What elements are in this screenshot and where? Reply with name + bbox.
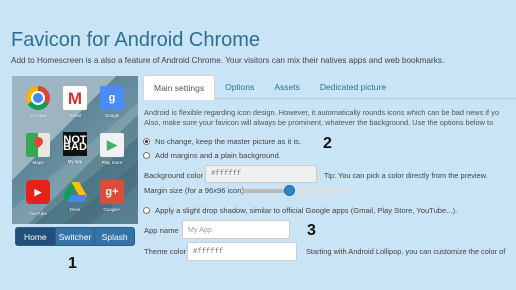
page-subtitle: Add to Homescreen is a also a feature of…	[11, 56, 445, 65]
drive-icon	[63, 180, 87, 204]
preview-mode-switcher: Home Switcher Splash	[15, 227, 135, 246]
app-label: My app	[67, 159, 83, 164]
margin-size-label: Margin size (for a 96x96 icon)	[144, 186, 245, 195]
app-drive: Drive	[57, 180, 93, 212]
google-search-icon: g	[100, 86, 124, 110]
app-label: Drive	[69, 207, 81, 212]
radio-button[interactable]	[143, 152, 150, 159]
radio-button[interactable]	[143, 207, 150, 214]
option-add-margins[interactable]: Add margins and a plain background.	[143, 151, 281, 160]
app-google: g Google	[94, 86, 130, 118]
app-maps: Maps	[20, 133, 56, 165]
switcher-button[interactable]: Switcher	[56, 228, 96, 245]
background-color-input[interactable]: #ffffff	[205, 165, 317, 183]
app-gmail: M Gmail	[57, 86, 93, 118]
description-text: Android is flexible regarding icon desig…	[144, 108, 499, 128]
app-label: Gmail	[69, 113, 81, 118]
annotation-number: 1	[68, 255, 77, 272]
theme-color-label: Theme color	[144, 247, 187, 256]
app-name-label: App name	[144, 226, 179, 235]
app-youtube: ▶ YouTube	[20, 180, 56, 216]
app-chrome: Chrome	[20, 86, 56, 118]
google-plus-icon: g+	[100, 180, 124, 204]
my-app-icon: NOT BAD	[63, 132, 87, 156]
tab-main-settings[interactable]: Main settings	[143, 75, 216, 100]
youtube-icon: ▶	[26, 180, 50, 204]
radio-button[interactable]	[143, 138, 150, 145]
settings-tabs: Main settings Options Assets Dedicated p…	[143, 75, 516, 100]
gmail-icon: M	[63, 86, 87, 110]
app-label: Chrome	[29, 113, 46, 118]
android-homescreen-preview: Chrome M Gmail g Google Maps NOT BAD My …	[12, 76, 138, 224]
option-label: Apply a slight drop shadow, similar to o…	[155, 206, 458, 215]
app-google-plus: g+ Google+	[94, 180, 130, 212]
annotation-number: 3	[307, 222, 316, 239]
tip-text: Tip: You can pick a color directly from …	[324, 171, 488, 180]
description-line: Also, make sure your favicon will always…	[144, 118, 494, 127]
chrome-icon	[26, 86, 50, 110]
option-label: No change, keep the master picture as it…	[155, 137, 302, 146]
page-title: Favicon for Android Chrome	[11, 29, 261, 51]
maps-icon	[26, 133, 50, 157]
app-label: YouTube	[29, 211, 47, 216]
app-label: Google+	[103, 207, 121, 212]
tab-dedicated-picture[interactable]: Dedicated picture	[310, 75, 396, 98]
tab-assets[interactable]: Assets	[264, 75, 310, 98]
margin-slider[interactable]	[243, 185, 347, 196]
option-label: Add margins and a plain background.	[155, 151, 281, 160]
description-line: Android is flexible regarding icon desig…	[144, 108, 499, 117]
lollipop-text: Starting with Android Lollipop, you can …	[306, 247, 506, 256]
app-label: Play Store	[101, 160, 123, 165]
option-no-change[interactable]: No change, keep the master picture as it…	[143, 137, 301, 146]
theme-color-input[interactable]: #ffffff	[187, 242, 297, 261]
play-store-icon: ▶	[100, 133, 124, 157]
app-label: Maps	[32, 160, 44, 165]
splash-button[interactable]: Splash	[95, 228, 134, 245]
app-my-app: NOT BAD My app	[57, 132, 93, 164]
home-button[interactable]: Home	[16, 228, 56, 245]
slider-fill	[243, 189, 289, 193]
app-play-store: ▶ Play Store	[94, 133, 130, 165]
tab-options[interactable]: Options	[215, 75, 264, 98]
annotation-number: 2	[323, 135, 332, 152]
slider-handle[interactable]	[283, 185, 295, 196]
main-settings-panel: Android is flexible regarding icon desig…	[143, 99, 516, 290]
app-name-input[interactable]: My App	[182, 220, 290, 239]
app-label: Google	[104, 113, 120, 118]
option-drop-shadow[interactable]: Apply a slight drop shadow, similar to o…	[143, 206, 457, 215]
background-color-label: Background color	[144, 171, 204, 180]
